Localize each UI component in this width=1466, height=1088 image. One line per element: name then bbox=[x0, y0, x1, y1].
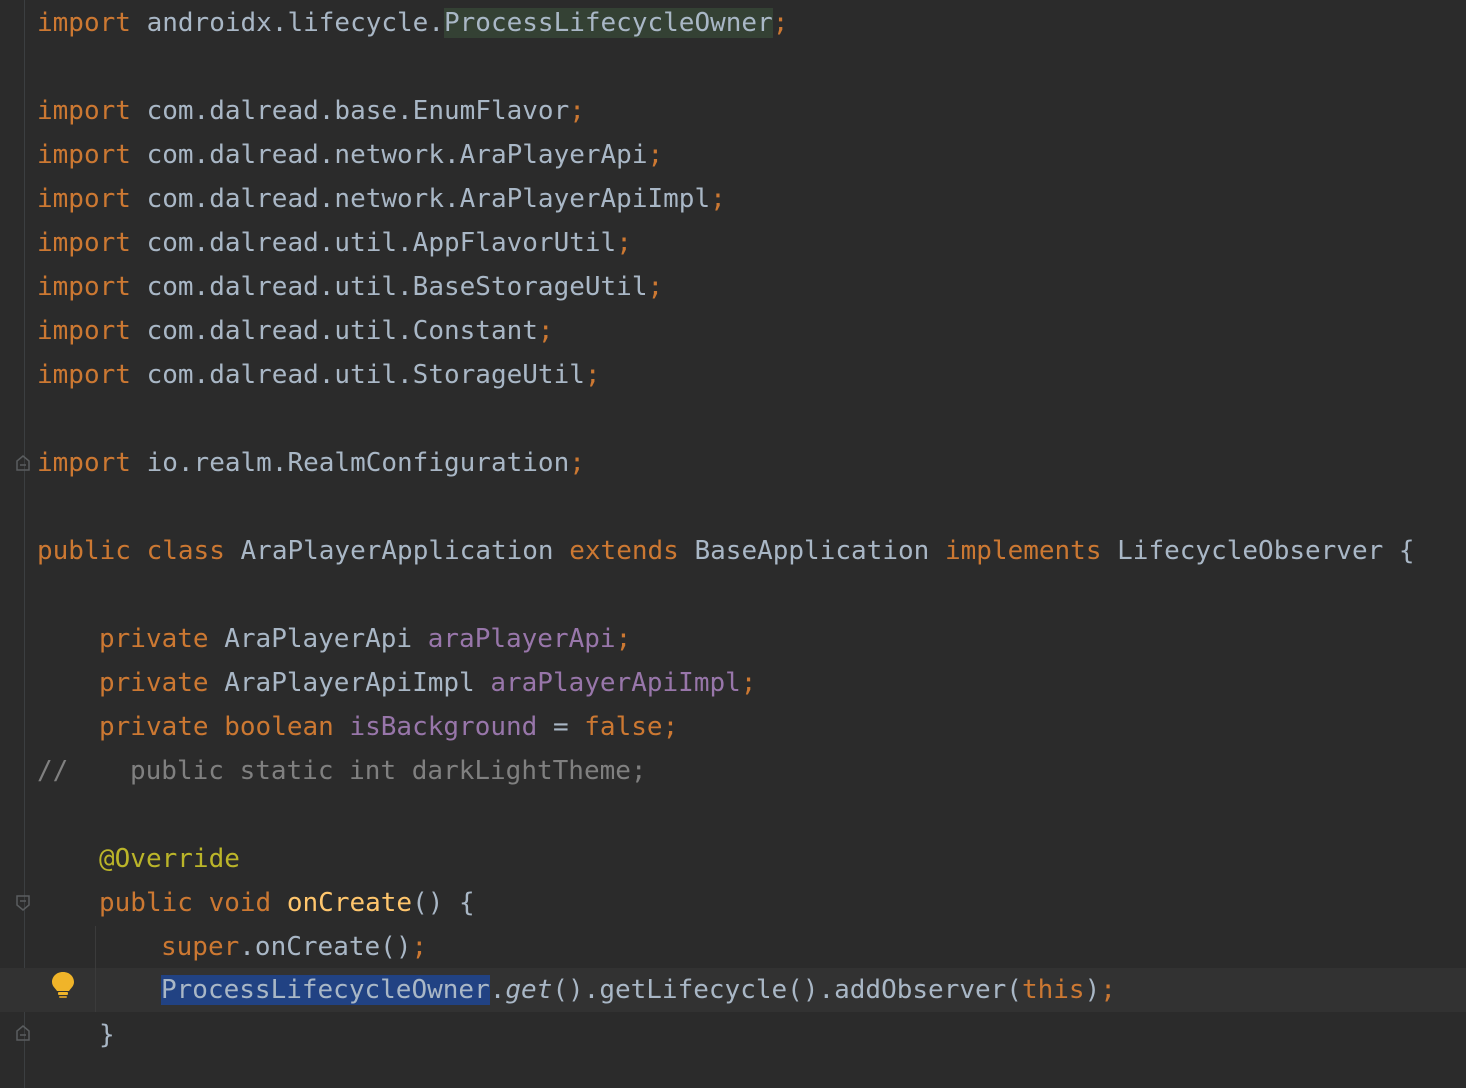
keyword-extends: extends bbox=[569, 536, 679, 566]
open-brace: { bbox=[1398, 536, 1415, 566]
package-path: androidx.lifecycle. bbox=[146, 8, 444, 38]
semicolon: ; bbox=[710, 184, 726, 214]
selected-class-name[interactable]: ProcessLifecycleOwner bbox=[161, 975, 490, 1005]
semicolon: ; bbox=[647, 272, 664, 302]
dot: . bbox=[489, 975, 506, 1005]
import-path: com.dalread.util.BaseStorageUtil bbox=[146, 272, 648, 302]
semicolon: ; bbox=[615, 624, 632, 654]
keyword-boolean: boolean bbox=[224, 712, 334, 742]
keyword-public: public bbox=[99, 888, 193, 918]
import-path: com.dalread.util.StorageUtil bbox=[146, 360, 585, 390]
keyword-private: private bbox=[99, 712, 209, 742]
keyword-import: import bbox=[37, 228, 131, 258]
method-name: onCreate bbox=[286, 888, 413, 918]
code-line-field[interactable]: private boolean isBackground = false; bbox=[99, 705, 678, 749]
method-params-brace: () { bbox=[412, 888, 475, 918]
code-line-class-declaration[interactable]: public class AraPlayerApplication extend… bbox=[37, 529, 1415, 573]
code-line-comment[interactable]: // public static int darkLightTheme; bbox=[37, 749, 647, 793]
code-line-field[interactable]: private AraPlayerApi araPlayerApi; bbox=[99, 617, 631, 661]
assign-operator: = bbox=[552, 712, 569, 742]
lightbulb-icon[interactable] bbox=[50, 970, 76, 1000]
class-name: AraPlayerApplication bbox=[240, 536, 554, 566]
keyword-class: class bbox=[146, 536, 225, 566]
keyword-super: super bbox=[161, 932, 240, 962]
semicolon: ; bbox=[616, 228, 632, 258]
import-path: io.realm.RealmConfiguration bbox=[146, 448, 570, 478]
semicolon: ; bbox=[662, 712, 679, 742]
keyword-import: import bbox=[37, 140, 131, 170]
semicolon: ; bbox=[647, 140, 664, 170]
code-line-add-observer[interactable]: ProcessLifecycleOwner.get().getLifecycle… bbox=[161, 968, 1116, 1012]
code-line-import[interactable]: import com.dalread.util.AppFlavorUtil; bbox=[37, 221, 632, 265]
field-type: AraPlayerApiImpl bbox=[224, 668, 475, 698]
code-line-field[interactable]: private AraPlayerApiImpl araPlayerApiImp… bbox=[99, 661, 756, 705]
indent-guide bbox=[95, 926, 96, 1012]
keyword-import: import bbox=[37, 448, 131, 478]
semicolon: ; bbox=[584, 360, 601, 390]
keyword-import: import bbox=[37, 272, 131, 302]
import-path: com.dalread.network.AraPlayerApi bbox=[146, 140, 648, 170]
keyword-private: private bbox=[99, 668, 209, 698]
code-line-super-call[interactable]: super.onCreate(); bbox=[161, 925, 427, 969]
keyword-public: public bbox=[37, 536, 131, 566]
semicolon: ; bbox=[1100, 975, 1116, 1005]
semicolon: ; bbox=[569, 448, 585, 478]
keyword-import: import bbox=[37, 184, 131, 214]
keyword-import: import bbox=[37, 96, 131, 126]
code-line-method-signature[interactable]: public void onCreate() { bbox=[99, 881, 475, 925]
semicolon: ; bbox=[537, 316, 554, 346]
import-path: com.dalread.util.AppFlavorUtil bbox=[146, 228, 617, 258]
gutter-divider bbox=[24, 0, 25, 1088]
keyword-private: private bbox=[99, 624, 209, 654]
import-path: com.dalread.base.EnumFlavor bbox=[146, 96, 570, 126]
fold-end-icon[interactable] bbox=[16, 1025, 30, 1041]
keyword-this: this bbox=[1021, 975, 1085, 1005]
code-line-import[interactable]: import com.dalread.util.StorageUtil; bbox=[37, 353, 601, 397]
code-line-import[interactable]: import com.dalread.network.AraPlayerApiI… bbox=[37, 177, 726, 221]
fold-start-icon[interactable] bbox=[16, 895, 30, 911]
semicolon: ; bbox=[411, 932, 428, 962]
method-chain: ().getLifecycle().addObserver( bbox=[552, 975, 1022, 1005]
import-path: com.dalread.util.Constant bbox=[146, 316, 538, 346]
keyword-void: void bbox=[208, 888, 272, 918]
static-call: get bbox=[505, 975, 553, 1005]
code-line-import-lifecycle-owner[interactable]: import androidx.lifecycle.ProcessLifecyc… bbox=[37, 1, 788, 45]
interface-name: LifecycleObserver bbox=[1117, 536, 1384, 566]
semicolon: ; bbox=[569, 96, 585, 126]
code-line-import[interactable]: import com.dalread.util.BaseStorageUtil; bbox=[37, 265, 663, 309]
keyword-false: false bbox=[584, 712, 663, 742]
keyword-implements: implements bbox=[944, 536, 1102, 566]
class-name-highlighted: ProcessLifecycleOwner bbox=[444, 8, 773, 38]
field-type: AraPlayerApi bbox=[224, 624, 413, 654]
code-line-import[interactable]: import io.realm.RealmConfiguration; bbox=[37, 441, 585, 485]
keyword-import: import bbox=[37, 360, 131, 390]
field-name: araPlayerApiImpl bbox=[490, 668, 741, 698]
base-class: BaseApplication bbox=[694, 536, 930, 566]
code-editor[interactable]: import androidx.lifecycle.ProcessLifecyc… bbox=[0, 0, 1466, 1088]
field-name: isBackground bbox=[349, 712, 538, 742]
close-brace: } bbox=[99, 1020, 115, 1050]
annotation-override: @Override bbox=[99, 844, 240, 874]
keyword-import: import bbox=[37, 8, 131, 38]
semicolon: ; bbox=[740, 668, 757, 698]
code-line-annotation[interactable]: @Override bbox=[99, 837, 240, 881]
code-line-import[interactable]: import com.dalread.util.Constant; bbox=[37, 309, 554, 353]
semicolon: ; bbox=[772, 8, 789, 38]
code-line-import[interactable]: import com.dalread.base.EnumFlavor; bbox=[37, 89, 585, 133]
keyword-import: import bbox=[37, 316, 131, 346]
comment-marker: // bbox=[37, 756, 69, 786]
import-path: com.dalread.network.AraPlayerApiImpl bbox=[146, 184, 711, 214]
fold-end-icon[interactable] bbox=[16, 455, 30, 471]
close-paren: ) bbox=[1084, 975, 1101, 1005]
field-name: araPlayerApi bbox=[427, 624, 616, 654]
super-call: .onCreate() bbox=[239, 932, 412, 962]
comment-text: public static int darkLightTheme; bbox=[130, 756, 647, 786]
code-line-close-brace[interactable]: } bbox=[99, 1013, 115, 1057]
code-line-import[interactable]: import com.dalread.network.AraPlayerApi; bbox=[37, 133, 663, 177]
